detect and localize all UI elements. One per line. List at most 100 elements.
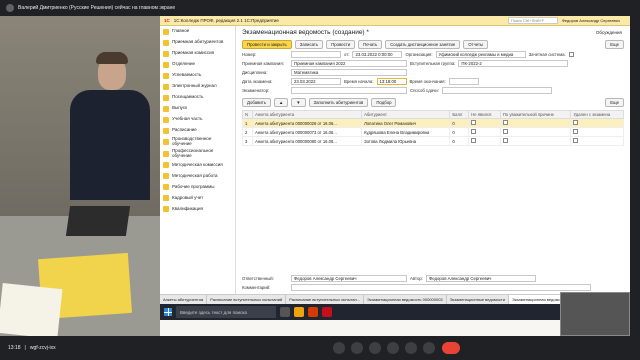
present-icon[interactable] — [405, 342, 417, 354]
taskbar-search-input[interactable]: Введите здесь текст для поиска — [176, 306, 276, 318]
column-header[interactable]: N — [241, 110, 254, 119]
meeting-code: wgf-zcvj-ixx — [29, 345, 56, 351]
start-time-input[interactable]: 13:18:00 — [376, 78, 407, 85]
end-time-input[interactable] — [448, 78, 479, 85]
column-header[interactable]: Удален с экзамена — [570, 110, 624, 119]
absent-checkbox[interactable] — [471, 120, 477, 125]
menu-icon — [163, 195, 169, 202]
save-button[interactable]: Записать — [294, 40, 324, 49]
global-search-input[interactable]: Поиск Ctrl+Shift+F — [507, 17, 558, 24]
removed-checkbox[interactable] — [573, 120, 579, 125]
credit-system-label: Зачетная система: — [528, 52, 566, 57]
nav-item[interactable]: Приемная комиссия — [160, 48, 235, 59]
app-title: 1С:Колледж ПРОФ, редакция 2.1 1С:Предпри… — [173, 18, 279, 23]
captions-icon[interactable] — [369, 342, 381, 354]
subject-input[interactable]: Математика — [291, 69, 407, 76]
exam-date-input[interactable]: 23.03.2022 — [291, 78, 341, 85]
laptop — [65, 206, 131, 236]
window-tab[interactable]: Анкеты абитуриентов — [160, 295, 208, 304]
current-user[interactable]: Федоров Александр Сергеевич — [562, 18, 620, 23]
column-header[interactable]: Не явился — [468, 110, 501, 119]
menu-icon — [163, 184, 169, 191]
number-input[interactable] — [291, 51, 341, 58]
create-remote-lesson-button[interactable]: Создать дистанционное занятие — [385, 40, 461, 49]
table-more-button[interactable]: Еще — [605, 98, 624, 107]
nav-item[interactable]: Кадровый учет — [160, 193, 235, 204]
speaker-hair — [96, 52, 128, 64]
valid-reason-checkbox[interactable] — [502, 138, 508, 143]
reports-button[interactable]: Отчеты — [463, 40, 489, 49]
table-row[interactable]: 3 Анкета абитуриента 000000080 от 16.06.… — [241, 136, 624, 146]
form-toolbar: Провести и закрыть Записать Провести Печ… — [236, 39, 630, 50]
nav-item[interactable]: Методическая комиссия — [160, 160, 235, 171]
author-input[interactable]: Федоров Александр Сергеевич — [425, 275, 536, 282]
camera-icon[interactable] — [351, 342, 363, 354]
windows-start-icon[interactable] — [164, 308, 172, 316]
nav-item[interactable]: Отделение — [160, 59, 235, 70]
removed-checkbox[interactable] — [573, 129, 579, 134]
fill-applicants-button[interactable]: Заполнить абитуриентов — [308, 98, 369, 107]
column-header[interactable]: Абитуриент — [361, 110, 451, 119]
nav-item[interactable]: Учебная часть — [160, 114, 235, 125]
column-header[interactable]: Балл — [449, 110, 470, 119]
window-tab[interactable]: Расписание вступительных испытаний — [207, 295, 287, 304]
window-tab[interactable]: Экзаменационные ведомости — [447, 295, 509, 304]
responsible-input[interactable]: Федоров Александр Сергеевич — [291, 275, 407, 282]
nav-item[interactable]: Приемная абитуриентов — [160, 37, 235, 48]
organization-input[interactable]: Уфимский колледж рекламы и медиа — [435, 51, 526, 58]
print-button[interactable]: Печать — [358, 40, 383, 49]
column-header[interactable]: Анкета абитуриента — [252, 110, 363, 119]
credit-system-checkbox[interactable] — [568, 52, 574, 57]
valid-reason-checkbox[interactable] — [502, 120, 508, 125]
nav-item[interactable]: Успеваемость — [160, 70, 235, 81]
nav-item[interactable]: Рабочие программы — [160, 182, 235, 193]
explorer-icon[interactable] — [294, 307, 304, 317]
absent-checkbox[interactable] — [471, 138, 477, 143]
nav-item[interactable]: Профессиональное обучение — [160, 148, 235, 160]
end-call-icon[interactable] — [442, 342, 460, 354]
nav-item[interactable]: Методическая работа — [160, 171, 235, 182]
post-and-close-button[interactable]: Провести и закрыть — [242, 40, 292, 49]
add-row-button[interactable]: Добавить — [242, 98, 271, 107]
nav-item[interactable]: Производственное обучение — [160, 136, 235, 148]
more-options-icon[interactable] — [423, 342, 435, 354]
table-row[interactable]: 2 Анкета абитуриента 000000073 от 16.06.… — [241, 127, 624, 137]
app-icon[interactable] — [308, 307, 318, 317]
examiner-input[interactable] — [291, 87, 407, 94]
taskview-icon[interactable] — [280, 307, 290, 317]
start-time-label: Время начала: — [344, 79, 374, 84]
removed-checkbox[interactable] — [573, 138, 579, 143]
nav-item[interactable]: Электронный журнал — [160, 81, 235, 92]
move-down-button[interactable]: ▼ — [291, 98, 306, 107]
select-button[interactable]: Подбор — [371, 98, 397, 107]
comment-input[interactable] — [291, 284, 591, 291]
post-button[interactable]: Провести — [326, 40, 356, 49]
campaign-label: Приемная кампания: — [242, 61, 284, 66]
menu-icon — [163, 28, 169, 35]
more-button[interactable]: Еще — [605, 40, 624, 49]
menu-icon — [163, 116, 169, 123]
campaign-input[interactable]: Приемная кампания 2022 — [291, 60, 407, 67]
method-input[interactable] — [441, 87, 552, 94]
subject-label: Дисциплина: — [242, 70, 268, 75]
nav-item[interactable]: Выпуск — [160, 103, 235, 114]
nav-item[interactable]: Квалификация — [160, 204, 235, 215]
raise-hand-icon[interactable] — [387, 342, 399, 354]
absent-checkbox[interactable] — [471, 129, 477, 134]
valid-reason-checkbox[interactable] — [502, 129, 508, 134]
examiner-label: Экзаменатор: — [242, 88, 270, 93]
microphone-icon[interactable] — [333, 342, 345, 354]
table-row[interactable]: 1 Анкета абитуриента 000000026 от 16.06.… — [241, 118, 624, 128]
date-input[interactable]: 23.03.2022 0:00:00 — [352, 51, 403, 58]
entrance-group-input[interactable]: ПК-2022-2 — [458, 60, 569, 67]
nav-item[interactable]: Главное — [160, 26, 235, 37]
1c-app-icon[interactable] — [322, 307, 332, 317]
window-tab[interactable]: Расписание вступительных испытан... — [286, 295, 365, 304]
date-from-label: от: — [344, 52, 350, 57]
nav-item[interactable]: Расписание — [160, 125, 235, 136]
move-up-button[interactable]: ▲ — [274, 98, 289, 107]
column-header[interactable]: По уважительной причине — [499, 110, 572, 119]
window-tab[interactable]: Экзаменационная ведомость 000000003 — [364, 295, 447, 304]
discussions-link[interactable]: Обсуждения — [596, 30, 622, 35]
nav-item[interactable]: Посещаемость — [160, 92, 235, 103]
